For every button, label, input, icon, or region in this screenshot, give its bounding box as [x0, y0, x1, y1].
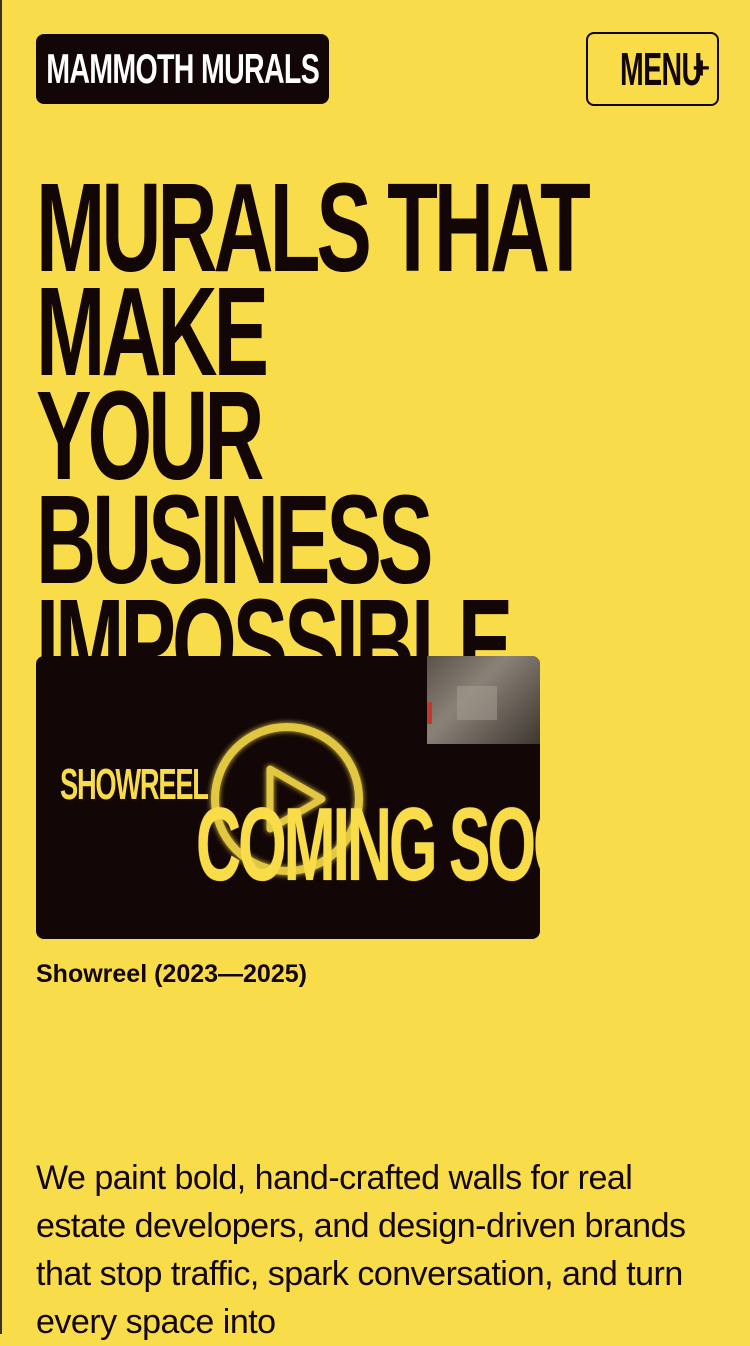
intro-paragraph: We paint bold, hand-crafted walls for re… — [36, 1159, 686, 1341]
menu-label: MENU — [619, 43, 702, 95]
logo-text: MAMMOTH MURALS — [46, 45, 320, 92]
mural-thumbnail — [427, 656, 540, 744]
left-border — [0, 0, 2, 1334]
site-logo[interactable]: MAMMOTH MURALS — [36, 34, 329, 104]
showreel-video[interactable]: SHOWREEL COMING SOON — [36, 656, 540, 939]
showreel-caption: Showreel (2023—2025) — [36, 960, 307, 988]
coming-soon-label: COMING SOON — [196, 787, 540, 903]
menu-button[interactable]: MENU + — [586, 32, 719, 106]
thumbnail-accent — [427, 702, 432, 724]
showreel-label: SHOWREEL — [60, 760, 209, 809]
